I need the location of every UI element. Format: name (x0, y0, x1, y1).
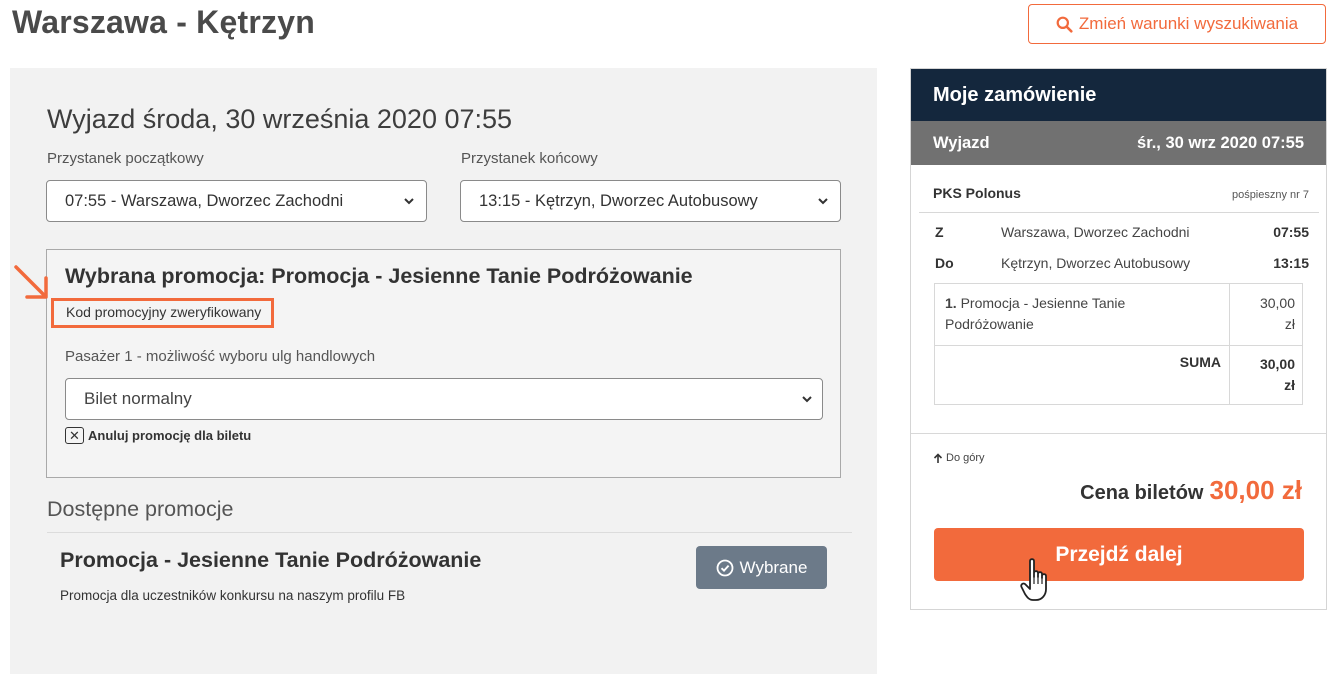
divider (919, 212, 1319, 213)
proceed-button[interactable]: Przejdź dalej (934, 528, 1304, 581)
from-label: Z (935, 224, 944, 240)
service-type: pośpieszny nr 7 (1231, 189, 1309, 201)
order-departure-band: Wyjazd śr., 30 wrz 2020 07:55 (911, 121, 1326, 165)
table-divider (935, 345, 1302, 346)
to-top-link[interactable]: Do góry (933, 452, 985, 464)
sum-value-cell: 30,00 zł (1235, 354, 1295, 396)
carrier-name: PKS Polonus (933, 185, 1021, 201)
arrow-up-icon (933, 452, 943, 463)
item-number: 1. (945, 295, 957, 311)
divider (47, 532, 852, 533)
start-stop-value: 07:55 - Warszawa, Dworzec Zachodni (65, 191, 344, 210)
promo-verified-badge: Kod promocyjny zweryfikowany (51, 298, 275, 328)
sum-label: SUMA (1179, 354, 1221, 370)
from-time: 07:55 (1273, 224, 1309, 240)
end-stop-value: 13:15 - Kętrzyn, Dworzec Autobusowy (479, 191, 758, 210)
promo-selected-label: Wybrane (739, 557, 808, 577)
departure-title: Wyjazd środa, 30 września 2020 07:55 (47, 104, 513, 134)
to-top-label: Do góry (946, 452, 985, 464)
selected-promo-box: Wybrana promocja: Promocja - Jesienne Ta… (46, 249, 841, 478)
order-departure-label: Wyjazd (933, 133, 990, 152)
search-icon (1056, 16, 1073, 33)
table-divider (1229, 284, 1230, 404)
order-summary: Moje zamówienie Wyjazd śr., 30 wrz 2020 … (910, 68, 1327, 610)
sum-currency: zł (1284, 377, 1295, 393)
to-stop: Kętrzyn, Dworzec Autobusowy (1001, 255, 1191, 271)
total-value: 30,00 zł (1209, 475, 1302, 505)
change-search-label: Zmień warunki wyszukiwania (1078, 14, 1299, 33)
price-item: 1. Promocja - Jesienne Tanie Podróżowani… (945, 293, 1185, 335)
chevron-down-icon (818, 198, 828, 205)
change-search-button[interactable]: Zmień warunki wyszukiwania (1028, 4, 1326, 44)
chevron-down-icon (802, 396, 812, 403)
total-label: Cena biletów (1080, 482, 1204, 504)
carrier-row: PKS Polonus pośpieszny nr 7 (933, 185, 1309, 201)
promo-item-title: Promocja - Jesienne Tanie Podróżowanie (60, 548, 482, 572)
end-stop-select[interactable]: 13:15 - Kętrzyn, Dworzec Autobusowy (460, 180, 841, 222)
item-price: 30,00 (1259, 295, 1295, 311)
cancel-promo-button[interactable]: ✕ Anuluj promocję dla biletu (65, 427, 251, 444)
promo-selected-button[interactable]: Wybrane (696, 546, 827, 589)
ticket-total: Cena biletów 30,00 zł (1080, 475, 1302, 506)
from-stop: Warszawa, Dworzec Zachodni (1001, 224, 1190, 240)
order-title: Moje zamówienie (911, 69, 1326, 121)
item-price-cell: 30,00 zł (1235, 293, 1295, 335)
order-departure-value: śr., 30 wrz 2020 07:55 (1137, 133, 1304, 152)
to-time: 13:15 (1273, 255, 1309, 271)
divider (911, 433, 1326, 434)
end-stop-label: Przystanek końcowy (461, 150, 598, 167)
item-name: Promocja - Jesienne Tanie Podróżowanie (945, 295, 1126, 332)
selected-promo-title: Wybrana promocja: Promocja - Jesienne Ta… (65, 264, 693, 288)
ticket-type-select[interactable]: Bilet normalny (65, 378, 823, 420)
check-circle-icon (716, 559, 733, 576)
page-title: Warszawa - Kętrzyn (12, 4, 315, 40)
promo-item-description: Promocja dla uczestników konkursu na nas… (60, 588, 406, 603)
start-stop-select[interactable]: 07:55 - Warszawa, Dworzec Zachodni (46, 180, 427, 222)
price-table: 1. Promocja - Jesienne Tanie Podróżowani… (934, 283, 1303, 405)
annotation-arrow-icon (14, 265, 48, 299)
close-icon: ✕ (65, 427, 84, 444)
available-promos-title: Dostępne promocje (47, 497, 234, 521)
main-panel: Wyjazd środa, 30 września 2020 07:55 Prz… (10, 68, 877, 674)
proceed-label: Przejdź dalej (1055, 542, 1183, 566)
hand-cursor-icon (1020, 558, 1047, 601)
start-stop-label: Przystanek początkowy (47, 150, 204, 167)
ticket-type-value: Bilet normalny (84, 389, 192, 408)
sum-value: 30,00 (1259, 356, 1295, 372)
chevron-down-icon (404, 198, 414, 205)
cancel-promo-label: Anuluj promocję dla biletu (88, 428, 252, 443)
item-currency: zł (1284, 316, 1295, 332)
to-label: Do (935, 255, 954, 271)
passenger-label: Pasażer 1 - możliwość wyboru ulg handlow… (65, 348, 376, 365)
